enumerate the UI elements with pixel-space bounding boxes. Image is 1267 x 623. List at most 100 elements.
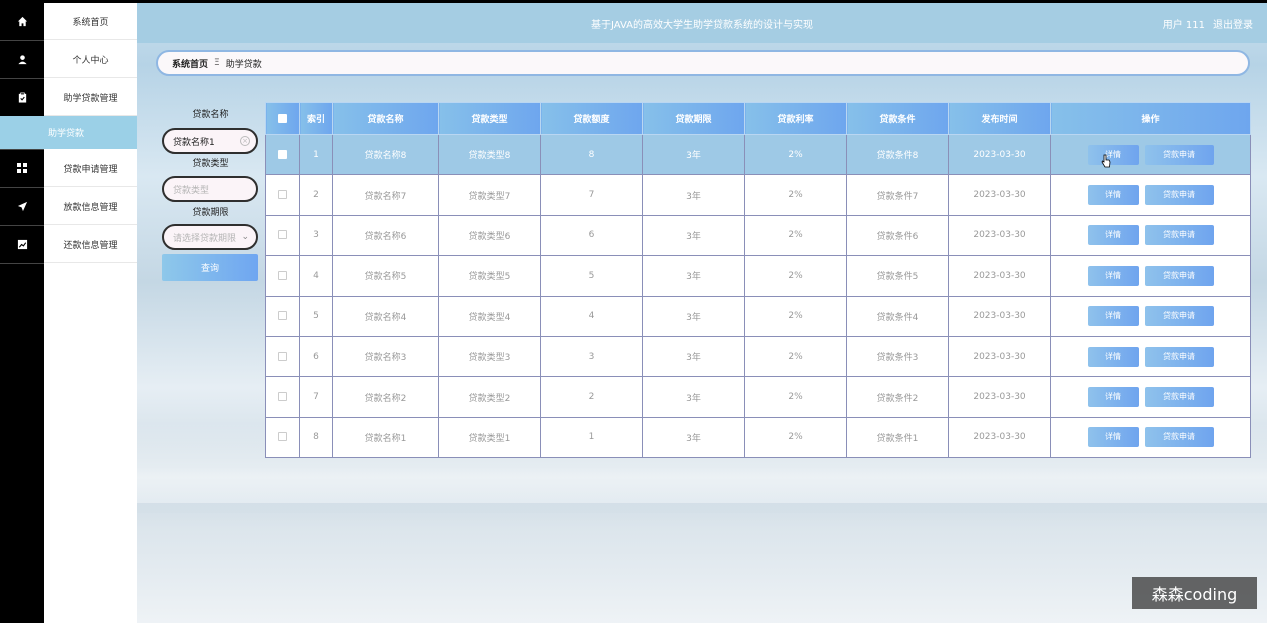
loan-type-label: 贷款类型 bbox=[192, 159, 229, 169]
row-checkbox[interactable] bbox=[278, 311, 287, 321]
select-all-cell[interactable] bbox=[265, 102, 300, 135]
loan-apply-button[interactable]: 贷款申请 bbox=[1144, 185, 1214, 206]
mouse-cursor-icon bbox=[1101, 154, 1111, 168]
sidebar-item-repayment-management[interactable]: 还款信息管理 bbox=[44, 226, 137, 263]
cell-actions: 详情 贷款申请 bbox=[1050, 416, 1251, 459]
cell-index: 8 bbox=[299, 416, 333, 459]
row-checkbox[interactable] bbox=[278, 149, 287, 159]
detail-button[interactable]: 详情 bbox=[1087, 346, 1139, 367]
loan-type-input[interactable]: 贷款类型 bbox=[162, 176, 258, 202]
grid-icon[interactable] bbox=[0, 150, 44, 186]
cell-amount: 2 bbox=[540, 376, 643, 418]
sidebar-item-personal-center[interactable]: 个人中心 bbox=[44, 41, 137, 78]
detail-button[interactable]: 详情 bbox=[1087, 427, 1139, 448]
cell-actions: 详情 贷款申请 bbox=[1050, 376, 1251, 418]
table-row[interactable]: 6 贷款名称3 贷款类型3 3 3年 2% 贷款条件3 2023-03-30 详情 贷款申请 bbox=[265, 335, 1251, 378]
search-panel: 贷款名称 贷款名称1 × 贷款类型 贷款类型 贷款期限 请选择贷款期限 ⌄ 查询 bbox=[162, 108, 259, 281]
row-select-cell[interactable] bbox=[265, 376, 300, 418]
column-header: 贷款期限 bbox=[642, 102, 745, 135]
detail-button[interactable]: 详情 bbox=[1087, 265, 1139, 286]
row-select-cell[interactable] bbox=[265, 133, 300, 176]
row-select-cell[interactable] bbox=[265, 214, 300, 257]
search-button[interactable]: 查询 bbox=[162, 254, 258, 281]
loan-apply-button[interactable]: 贷款申请 bbox=[1144, 346, 1214, 367]
detail-button[interactable]: 详情 bbox=[1087, 306, 1139, 327]
loan-name-input[interactable]: 贷款名称1 × bbox=[162, 128, 258, 154]
table-body: 1 贷款名称8 贷款类型8 8 3年 2% 贷款条件8 2023-03-30 详情 贷款申请 2 贷款… bbox=[265, 133, 1251, 459]
clear-icon[interactable]: × bbox=[240, 136, 250, 146]
loan-apply-button[interactable]: 贷款申请 bbox=[1144, 225, 1214, 246]
loan-term-select[interactable]: 请选择贷款期限 ⌄ bbox=[162, 224, 258, 250]
loan-apply-button[interactable]: 贷款申请 bbox=[1144, 387, 1214, 408]
column-header: 贷款额度 bbox=[540, 102, 643, 135]
chart-icon[interactable] bbox=[0, 226, 44, 262]
app-title: 基于JAVA的高效大学生助学贷款系统的设计与实现 bbox=[590, 19, 814, 31]
top-bar: 基于JAVA的高效大学生助学贷款系统的设计与实现 用户 111 退出登录 bbox=[137, 3, 1267, 43]
chevron-down-icon: ⌄ bbox=[241, 232, 249, 242]
column-header: 贷款利率 bbox=[744, 102, 847, 135]
rail-divider bbox=[0, 263, 44, 264]
table-row[interactable]: 8 贷款名称1 贷款类型1 1 3年 2% 贷款条件1 2023-03-30 详情 贷款申请 bbox=[265, 416, 1251, 459]
cell-term: 3年 bbox=[642, 214, 745, 257]
cell-amount: 7 bbox=[540, 174, 643, 216]
row-select-cell[interactable] bbox=[265, 335, 300, 378]
loan-apply-button[interactable]: 贷款申请 bbox=[1144, 144, 1214, 165]
cell-condition: 贷款条件5 bbox=[846, 255, 949, 297]
cell-type: 贷款类型8 bbox=[438, 133, 541, 176]
loan-term-label: 贷款期限 bbox=[192, 208, 229, 218]
table-row[interactable]: 7 贷款名称2 贷款类型2 2 3年 2% 贷款条件2 2023-03-30 详情 贷款申请 bbox=[265, 376, 1251, 418]
cell-rate: 2% bbox=[744, 416, 847, 459]
select-all-checkbox[interactable] bbox=[278, 113, 287, 123]
cell-condition: 贷款条件7 bbox=[846, 174, 949, 216]
table-row[interactable]: 4 贷款名称5 贷款类型5 5 3年 2% 贷款条件5 2023-03-30 详情 贷款申请 bbox=[265, 255, 1251, 297]
detail-button[interactable]: 详情 bbox=[1087, 387, 1139, 408]
row-checkbox[interactable] bbox=[278, 392, 287, 402]
sidebar-item-student-loan-active[interactable]: 助学贷款 bbox=[0, 116, 137, 149]
detail-button[interactable]: 详情 bbox=[1087, 225, 1139, 246]
loan-name-value: 贷款名称1 bbox=[173, 137, 215, 148]
loan-apply-button[interactable]: 贷款申请 bbox=[1144, 265, 1214, 286]
cell-rate: 2% bbox=[744, 174, 847, 216]
column-header: 操作 bbox=[1050, 102, 1251, 135]
row-select-cell[interactable] bbox=[265, 255, 300, 297]
detail-button[interactable]: 详情 bbox=[1087, 185, 1139, 206]
breadcrumb-home[interactable]: 系统首页 bbox=[172, 57, 208, 70]
cell-name: 贷款名称6 bbox=[332, 214, 439, 257]
sidebar-item-disbursement-management[interactable]: 放款信息管理 bbox=[44, 188, 137, 225]
cell-term: 3年 bbox=[642, 255, 745, 297]
sidebar-item-loan-management[interactable]: 助学贷款管理 bbox=[44, 79, 137, 116]
cell-date: 2023-03-30 bbox=[948, 376, 1051, 418]
table-row[interactable]: 5 贷款名称4 贷款类型4 4 3年 2% 贷款条件4 2023-03-30 详情 贷款申请 bbox=[265, 295, 1251, 337]
user-icon[interactable] bbox=[0, 41, 44, 77]
cell-actions: 详情 贷款申请 bbox=[1050, 214, 1251, 257]
watermark: 森森coding bbox=[1132, 577, 1257, 609]
logout-link[interactable]: 退出登录 bbox=[1213, 16, 1253, 31]
column-header: 发布时间 bbox=[948, 102, 1051, 135]
cell-type: 贷款类型3 bbox=[438, 335, 541, 378]
cell-term: 3年 bbox=[642, 416, 745, 459]
sidebar-item-application-management[interactable]: 贷款申请管理 bbox=[44, 150, 137, 187]
cell-date: 2023-03-30 bbox=[948, 295, 1051, 337]
loan-apply-button[interactable]: 贷款申请 bbox=[1144, 427, 1214, 448]
table-row[interactable]: 2 贷款名称7 贷款类型7 7 3年 2% 贷款条件7 2023-03-30 详情 贷款申请 bbox=[265, 174, 1251, 216]
table-row[interactable]: 3 贷款名称6 贷款类型6 6 3年 2% 贷款条件6 2023-03-30 详情 贷款申请 bbox=[265, 214, 1251, 257]
clipboard-icon[interactable] bbox=[0, 79, 44, 115]
detail-button[interactable]: 详情 bbox=[1087, 144, 1139, 165]
row-checkbox[interactable] bbox=[278, 432, 287, 442]
sidebar-item-home[interactable]: 系统首页 bbox=[44, 3, 137, 40]
row-checkbox[interactable] bbox=[278, 270, 287, 280]
row-checkbox[interactable] bbox=[278, 190, 287, 200]
loan-apply-button[interactable]: 贷款申请 bbox=[1144, 306, 1214, 327]
send-icon[interactable] bbox=[0, 188, 44, 224]
row-select-cell[interactable] bbox=[265, 416, 300, 459]
row-checkbox[interactable] bbox=[278, 230, 287, 240]
cell-date: 2023-03-30 bbox=[948, 174, 1051, 216]
side-menu: 系统首页 个人中心 助学贷款管理 贷款申请管理 放款信息管理 还款信息管理 bbox=[44, 3, 137, 623]
row-checkbox[interactable] bbox=[278, 351, 287, 361]
home-icon[interactable] bbox=[0, 3, 44, 39]
user-label: 用户 111 bbox=[1162, 19, 1205, 31]
cell-name: 贷款名称7 bbox=[332, 174, 439, 216]
row-select-cell[interactable] bbox=[265, 174, 300, 216]
row-select-cell[interactable] bbox=[265, 295, 300, 337]
cell-rate: 2% bbox=[744, 376, 847, 418]
